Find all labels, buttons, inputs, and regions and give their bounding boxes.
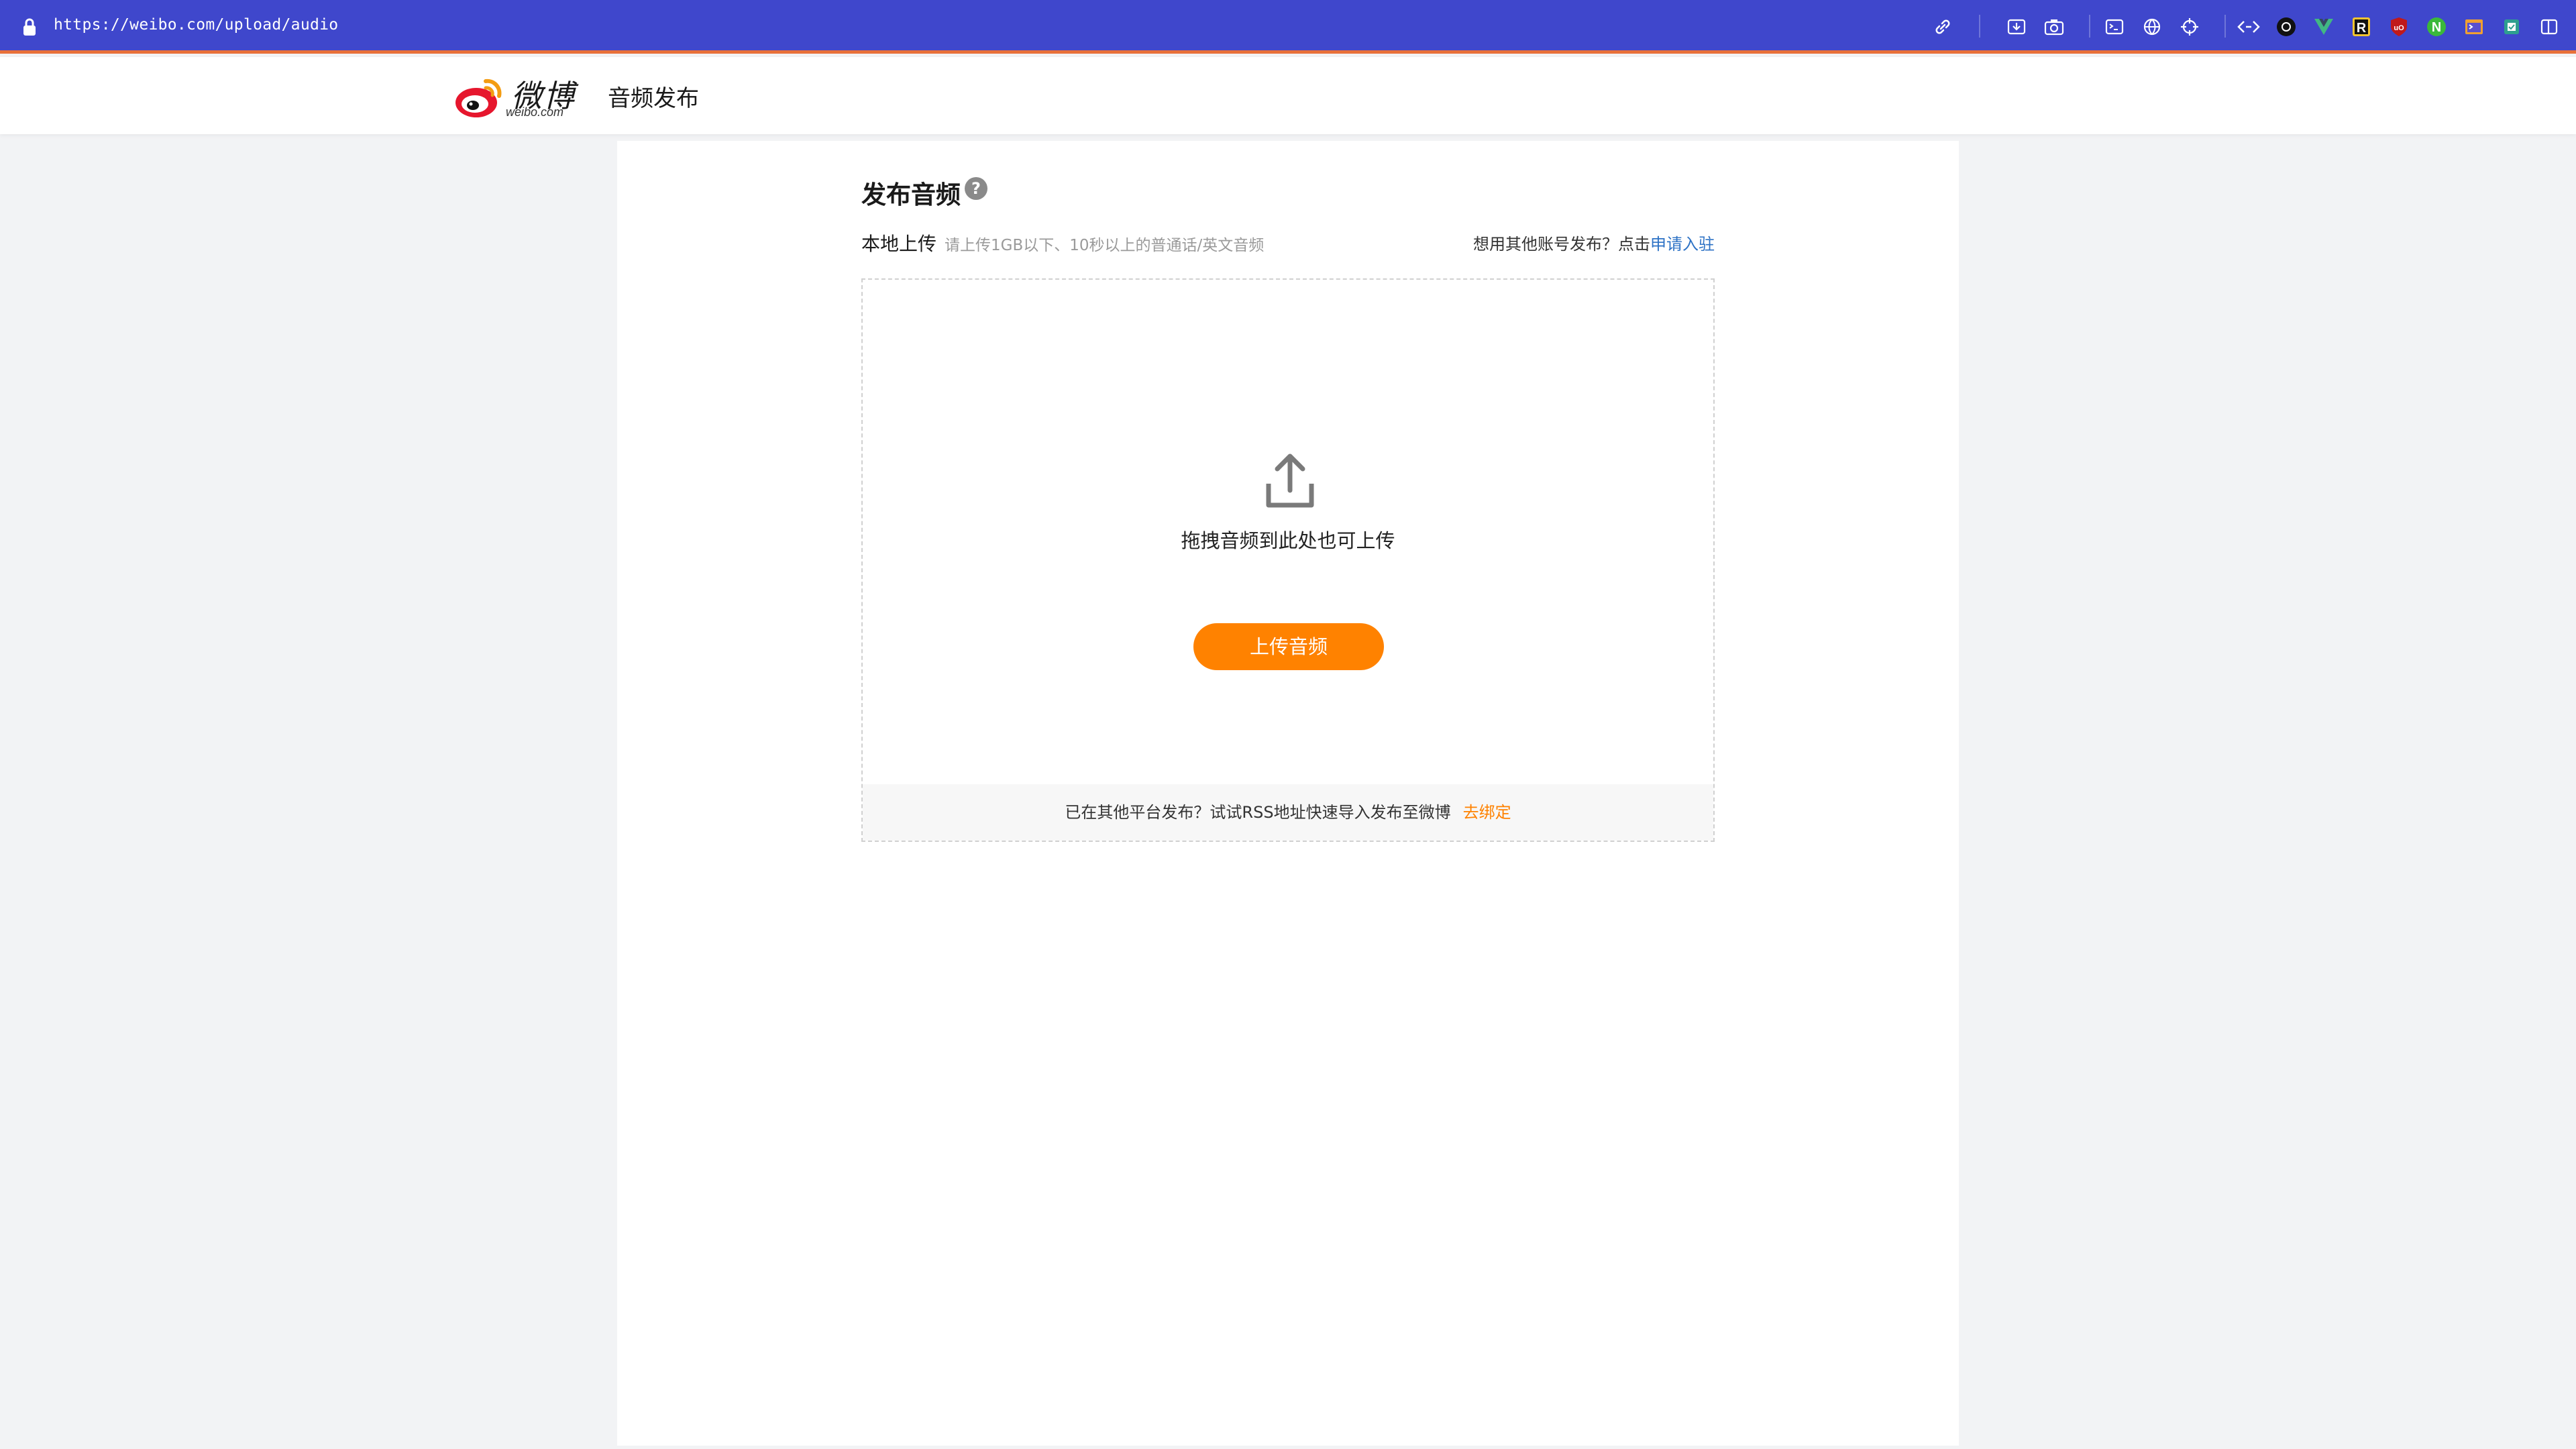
weibo-logo[interactable]: 微博 weibo.com xyxy=(453,70,581,123)
audio-drop-zone[interactable]: 拖拽音频到此处也可上传 上传音频 已在其他平台发布？试试RSS地址快速导入发布至… xyxy=(861,278,1715,842)
main-panel: 发布音频 ? 本地上传 请上传1GB以下、10秒以上的普通话/英文音频 想用其他… xyxy=(617,141,1959,1446)
crosshair-icon[interactable] xyxy=(2176,13,2203,40)
site-header: 微博 weibo.com 音频发布 xyxy=(0,57,2576,134)
bind-link[interactable]: 去绑定 xyxy=(1463,803,1511,822)
link-icon[interactable] xyxy=(1929,13,1956,40)
other-account-prompt: 想用其他账号发布？点击申请入驻 xyxy=(1473,231,1715,254)
screenshot-icon[interactable] xyxy=(2461,13,2487,40)
camera-icon[interactable] xyxy=(2041,13,2068,40)
code-icon[interactable] xyxy=(2235,13,2262,40)
svg-text:N: N xyxy=(2432,20,2441,35)
header-title: 音频发布 xyxy=(608,85,699,112)
r-icon[interactable]: R xyxy=(2348,13,2375,40)
vue-icon[interactable] xyxy=(2310,13,2337,40)
page-title: 发布音频 xyxy=(861,180,961,209)
download-icon[interactable] xyxy=(2003,13,2030,40)
upload-icon xyxy=(1266,453,1314,508)
logo-text-en: weibo.com xyxy=(506,105,564,119)
globe-icon[interactable] xyxy=(2139,13,2165,40)
address-bar-url[interactable]: https://weibo.com/upload/audio xyxy=(54,16,338,34)
upload-audio-button[interactable]: 上传音频 xyxy=(1193,623,1384,670)
terminal-icon[interactable] xyxy=(2101,13,2128,40)
svg-text:uO: uO xyxy=(2394,24,2404,32)
other-account-text: 想用其他账号发布？点击 xyxy=(1473,235,1650,254)
dark-circle-icon[interactable] xyxy=(2273,13,2300,40)
drop-hint-text: 拖拽音频到此处也可上传 xyxy=(1181,529,1395,552)
local-upload-label: 本地上传 xyxy=(861,233,937,255)
n-icon[interactable]: N xyxy=(2423,13,2450,40)
rss-import-bar: 已在其他平台发布？试试RSS地址快速导入发布至微博 去绑定 xyxy=(863,784,1713,841)
svg-text:R: R xyxy=(2357,21,2367,36)
upload-hint: 请上传1GB以下、10秒以上的普通话/英文音频 xyxy=(945,237,1265,254)
help-icon[interactable]: ? xyxy=(965,177,987,200)
ublock-icon[interactable]: uO xyxy=(2385,13,2412,40)
weibo-eye-icon xyxy=(455,78,502,117)
browser-toolbar: https://weibo.com/upload/audio R uO N xyxy=(0,0,2576,54)
sidebar-icon[interactable] xyxy=(2536,13,2563,40)
rss-text: 已在其他平台发布？试试RSS地址快速导入发布至微博 xyxy=(1065,803,1451,822)
apply-link[interactable]: 申请入驻 xyxy=(1650,235,1715,254)
note-icon[interactable] xyxy=(2498,13,2525,40)
lock-icon xyxy=(23,18,36,36)
